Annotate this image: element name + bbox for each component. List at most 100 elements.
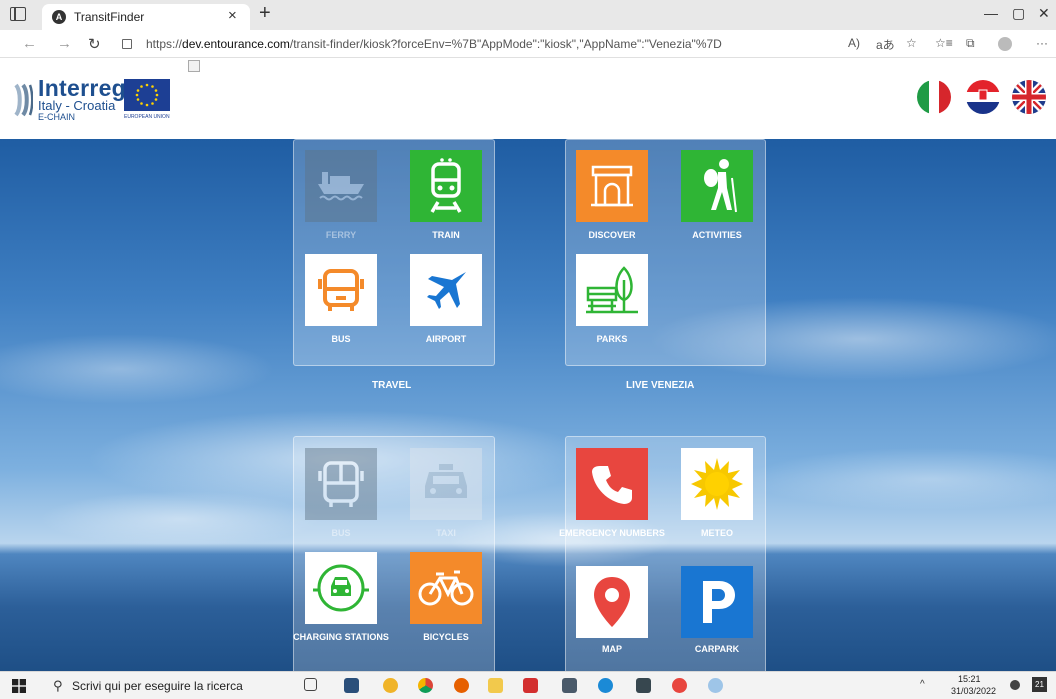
tile-taxi[interactable] (410, 448, 482, 520)
profile-icon[interactable] (998, 37, 1012, 51)
new-tab-icon[interactable]: + (259, 2, 271, 25)
tile-train[interactable] (410, 150, 482, 222)
file-explorer-icon[interactable] (488, 678, 503, 693)
monument-icon (591, 165, 633, 207)
weather-icon[interactable] (383, 678, 398, 693)
ev-charging-icon (313, 564, 369, 612)
interreg-logo-mark (14, 83, 33, 117)
bus-icon (318, 269, 364, 311)
url-field[interactable]: https://dev.entourance.com/transit-finde… (146, 37, 722, 51)
tile-bus[interactable] (305, 254, 377, 326)
tile-taxi-label: TAXI (436, 528, 456, 538)
lock-icon[interactable] (122, 39, 132, 49)
eu-flag-icon (124, 79, 170, 111)
tab-favicon-icon: A (52, 10, 66, 24)
tile-activities[interactable] (681, 150, 753, 222)
tray-chevron-icon[interactable]: ^ (920, 679, 925, 690)
eu-label: EUROPEAN UNION (124, 114, 170, 120)
tile-charging-stations[interactable] (305, 552, 377, 624)
address-bar: ← → ↻ https://dev.entourance.com/transit… (0, 30, 1056, 58)
tile-bus-coach-label: BUS (331, 528, 351, 538)
tile-activities-label: ACTIVITIES (692, 230, 742, 240)
group-title-travel: TRAVEL (372, 380, 412, 391)
tile-parks-label: PARKS (596, 334, 628, 344)
forward-icon[interactable]: → (57, 35, 72, 52)
tile-charging-stations-label: CHARGING STATIONS (293, 632, 389, 642)
page-header: Interreg Italy - Croatia E-CHAIN EUROPEA… (0, 58, 1056, 139)
tab-actions-icon[interactable] (10, 7, 26, 21)
store-icon[interactable] (344, 678, 359, 693)
tile-meteo[interactable] (681, 448, 753, 520)
window-close-icon[interactable]: ✕ (1038, 5, 1050, 22)
tile-train-label: TRAIN (432, 230, 460, 240)
hiker-icon (704, 159, 737, 213)
search-icon[interactable]: ⚲ (53, 678, 63, 694)
pdf-icon[interactable] (523, 678, 538, 693)
tile-map-label: MAP (602, 644, 622, 654)
tile-airport-label: AIRPORT (425, 334, 467, 344)
browser-tab-bar: A TransitFinder × + — ▢ ✕ (0, 0, 1056, 30)
bicycle-icon (418, 570, 474, 606)
back-icon[interactable]: ← (22, 35, 37, 52)
chrome-icon[interactable] (418, 678, 433, 693)
paint-icon[interactable] (708, 678, 723, 693)
tile-emergency-numbers[interactable] (576, 448, 648, 520)
group-title-live-venezia: LIVE VENEZIA (626, 380, 695, 391)
tile-bicycles[interactable] (410, 552, 482, 624)
sun-icon (691, 458, 743, 510)
network-icon[interactable] (1010, 680, 1020, 690)
taskbar-search-input[interactable]: Scrivi qui per eseguire la ricerca (72, 679, 243, 693)
firefox-icon[interactable] (454, 678, 469, 693)
reload-icon[interactable]: ↻ (88, 35, 101, 53)
edge-icon[interactable] (598, 678, 613, 693)
clock-time[interactable]: 15:21 (958, 674, 981, 684)
clock-date[interactable]: 31/03/2022 (951, 686, 996, 696)
phone-icon (592, 466, 632, 504)
park-icon (586, 266, 638, 314)
italian-flag-icon[interactable] (917, 80, 951, 114)
windows-taskbar: ⚲ Scrivi qui per eseguire la ricerca ^ 1… (0, 671, 1056, 699)
favorite-icon[interactable]: ☆ (906, 36, 917, 50)
notifications-icon[interactable]: 21 (1032, 677, 1047, 692)
tile-bus-coach[interactable] (305, 448, 377, 520)
maximize-icon[interactable]: ▢ (1012, 5, 1025, 22)
coach-icon (318, 461, 364, 507)
tile-bus-label: BUS (331, 334, 351, 344)
calculator-icon[interactable] (636, 678, 651, 693)
tile-emergency-numbers-label: EMERGENCY NUMBERS (559, 528, 665, 538)
more-icon[interactable]: ··· (1036, 36, 1048, 50)
tab-title: TransitFinder (74, 10, 145, 24)
docs-icon[interactable] (562, 678, 577, 693)
train-icon (430, 158, 462, 213)
tile-discover-label: DISCOVER (588, 230, 636, 240)
tile-discover[interactable] (576, 150, 648, 222)
windows-start-icon[interactable] (12, 679, 26, 693)
tile-parks[interactable] (576, 254, 648, 326)
croatian-flag-icon[interactable] (966, 80, 1000, 114)
browser-tab[interactable]: A TransitFinder × (42, 4, 250, 30)
interreg-project-name: E-CHAIN (38, 112, 76, 122)
tile-airport[interactable] (410, 254, 482, 326)
interreg-logo-subtitle: Italy - Croatia (38, 98, 116, 113)
task-view-icon[interactable] (304, 678, 317, 691)
tile-carpark[interactable] (681, 566, 753, 638)
tile-ferry-label: FERRY (325, 230, 357, 240)
tile-ferry[interactable] (305, 150, 377, 222)
tile-carpark-label: CARPARK (694, 644, 740, 654)
airport-icon (427, 272, 466, 309)
translate-icon[interactable]: aあ (876, 36, 895, 53)
taxi-icon (425, 464, 467, 498)
minimize-icon[interactable]: — (984, 5, 998, 21)
read-aloud-icon[interactable]: A) (848, 36, 860, 50)
tile-meteo-label: METEO (700, 528, 733, 538)
collections-icon[interactable]: ⧉ (966, 36, 975, 51)
tile-map[interactable] (576, 566, 648, 638)
map-pin-icon (594, 577, 630, 627)
ferry-icon (318, 172, 364, 201)
app-icon[interactable] (672, 678, 687, 693)
parking-icon (703, 581, 735, 623)
uk-flag-icon[interactable] (1012, 80, 1046, 114)
tab-close-icon[interactable]: × (228, 7, 237, 24)
favorites-icon[interactable]: ☆≡ (935, 36, 953, 50)
tile-bicycles-label: BICYCLES (423, 632, 469, 642)
